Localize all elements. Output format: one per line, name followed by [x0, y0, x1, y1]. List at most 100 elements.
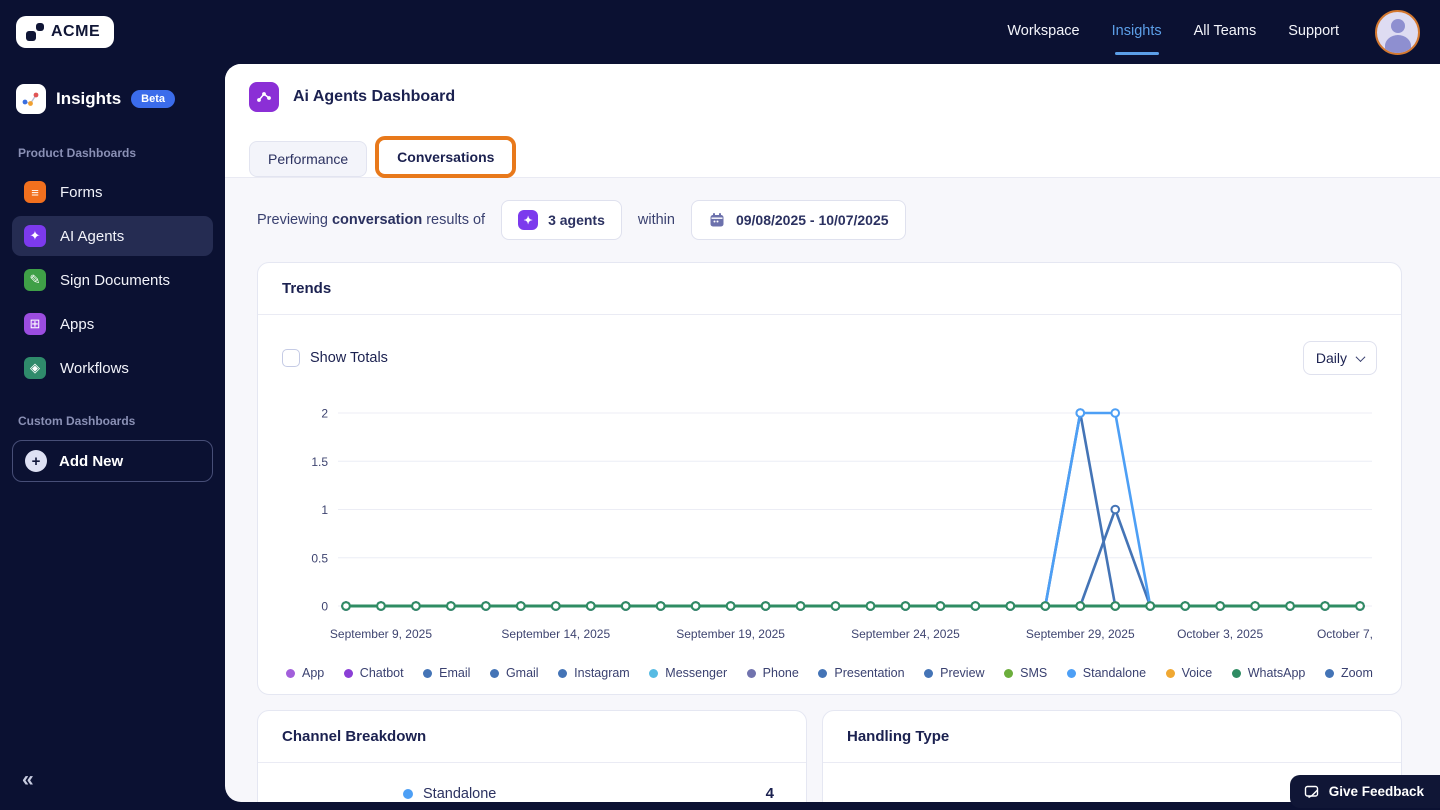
- legend-label: Zoom: [1341, 666, 1373, 680]
- sidebar-item-label: Sign Documents: [60, 272, 170, 289]
- show-totals-label: Show Totals: [310, 350, 388, 366]
- feedback-icon: [1304, 784, 1320, 800]
- user-avatar[interactable]: [1375, 10, 1420, 55]
- legend-label: WhatsApp: [1248, 666, 1306, 680]
- legend-item-chatbot[interactable]: Chatbot: [344, 666, 404, 680]
- sidebar-item-label: Workflows: [60, 360, 129, 377]
- nav-all-teams[interactable]: All Teams: [1194, 23, 1257, 41]
- legend-item-instagram[interactable]: Instagram: [558, 666, 630, 680]
- nav-workspace[interactable]: Workspace: [1007, 23, 1079, 41]
- legend-item-zoom[interactable]: Zoom: [1325, 666, 1373, 680]
- legend-dot: [1325, 669, 1334, 678]
- filter-bar: Previewing conversation results of ✦ 3 a…: [257, 200, 1402, 240]
- add-new-dashboard-button[interactable]: + Add New: [12, 440, 213, 482]
- handling-type-title: Handling Type: [823, 711, 1401, 763]
- legend-dot: [286, 669, 295, 678]
- trends-card: Trends Show Totals Daily 00.511.52Septem…: [257, 262, 1402, 695]
- svg-text:0: 0: [321, 600, 328, 614]
- topbar: ACME Workspace Insights All Teams Support: [0, 0, 1440, 64]
- top-nav-links: Workspace Insights All Teams Support: [1007, 23, 1343, 41]
- within-label: within: [638, 212, 675, 228]
- svg-text:0.5: 0.5: [311, 551, 328, 565]
- show-totals-row: Show Totals: [282, 349, 388, 367]
- legend-label: Email: [439, 666, 470, 680]
- trends-card-title: Trends: [258, 263, 1401, 315]
- beta-badge: Beta: [131, 90, 175, 108]
- agents-filter-button[interactable]: ✦ 3 agents: [501, 200, 622, 240]
- sidebar-item-label: Forms: [60, 184, 103, 201]
- sidebar-insights-home[interactable]: Insights Beta: [12, 78, 213, 120]
- legend-dot: [649, 669, 658, 678]
- apps-icon: ⊞: [24, 313, 46, 335]
- legend-item-whatsapp[interactable]: WhatsApp: [1232, 666, 1306, 680]
- acme-logo[interactable]: ACME: [16, 16, 114, 48]
- svg-text:2: 2: [321, 407, 328, 421]
- legend-label: Standalone: [1083, 666, 1146, 680]
- legend-item-phone[interactable]: Phone: [747, 666, 799, 680]
- legend-item-preview[interactable]: Preview: [924, 666, 984, 680]
- trends-chart[interactable]: 00.511.52September 9, 2025September 14, …: [282, 395, 1377, 650]
- filter-description: Previewing conversation results of: [257, 212, 485, 228]
- svg-text:October 7, 2025: October 7, 2025: [1317, 627, 1377, 641]
- legend-label: Presentation: [834, 666, 904, 680]
- nav-support[interactable]: Support: [1288, 23, 1339, 41]
- main-panel: Ai Agents Dashboard Performance Conversa…: [225, 64, 1440, 802]
- legend-item-sms[interactable]: SMS: [1004, 666, 1047, 680]
- ai-agents-icon: ✦: [24, 225, 46, 247]
- ai-agents-dashboard-icon: [249, 82, 279, 112]
- page-title: Ai Agents Dashboard: [293, 88, 455, 106]
- trends-chart-svg: 00.511.52September 9, 2025September 14, …: [282, 395, 1377, 650]
- legend-dot: [558, 669, 567, 678]
- svg-text:September 19, 2025: September 19, 2025: [676, 627, 785, 641]
- legend-label: Phone: [763, 666, 799, 680]
- legend-dot: [1166, 669, 1175, 678]
- legend-dot: [818, 669, 827, 678]
- svg-text:September 29, 2025: September 29, 2025: [1026, 627, 1135, 641]
- sidebar-item-sign-documents[interactable]: ✎Sign Documents: [12, 260, 213, 300]
- legend-item-email[interactable]: Email: [423, 666, 470, 680]
- sidebar-collapse-button[interactable]: «: [22, 768, 34, 792]
- interval-select[interactable]: Daily: [1303, 341, 1377, 375]
- legend-dot: [924, 669, 933, 678]
- show-totals-checkbox[interactable]: [282, 349, 300, 367]
- nav-insights[interactable]: Insights: [1112, 23, 1162, 41]
- breakdown-row-standalone: Standalone4: [258, 785, 806, 802]
- forms-icon: ≡: [24, 181, 46, 203]
- legend-label: SMS: [1020, 666, 1047, 680]
- sidebar-item-workflows[interactable]: ◈Workflows: [12, 348, 213, 388]
- legend-dot: [344, 669, 353, 678]
- svg-text:September 9, 2025: September 9, 2025: [330, 627, 432, 641]
- sidebar-item-forms[interactable]: ≡ Forms: [12, 172, 213, 212]
- sidebar-item-apps[interactable]: ⊞ Apps: [12, 304, 213, 344]
- legend-dot: [1232, 669, 1241, 678]
- calendar-icon: [708, 211, 726, 229]
- product-dashboards-list: ≡ Forms ✦AI Agents✎Sign Documents ⊞ Apps ◈Wor…: [12, 172, 213, 388]
- legend-label: Instagram: [574, 666, 630, 680]
- legend-dot: [1067, 669, 1076, 678]
- acme-logo-text: ACME: [51, 23, 100, 41]
- agents-sparkle-icon: ✦: [518, 210, 538, 230]
- legend-item-standalone[interactable]: Standalone: [1067, 666, 1146, 680]
- sidebar-item-label: Apps: [60, 316, 94, 333]
- legend-item-presentation[interactable]: Presentation: [818, 666, 904, 680]
- chart-legend: App Chatbot Email Gmail Instagram Messenger Ph…: [282, 666, 1377, 680]
- legend-dot: [747, 669, 756, 678]
- give-feedback-button[interactable]: Give Feedback: [1290, 775, 1440, 808]
- sidebar-item-ai-agents[interactable]: ✦AI Agents: [12, 216, 213, 256]
- acme-logo-icon: [26, 23, 44, 41]
- legend-item-app[interactable]: App: [286, 666, 324, 680]
- legend-item-gmail[interactable]: Gmail: [490, 666, 539, 680]
- date-range-button[interactable]: 09/08/2025 - 10/07/2025: [691, 200, 906, 240]
- legend-label: Preview: [940, 666, 984, 680]
- dashboard-tabs: Performance Conversations: [249, 136, 1416, 177]
- legend-dot: [423, 669, 432, 678]
- avatar-person-icon: [1391, 19, 1405, 33]
- tab-conversations[interactable]: Conversations: [379, 140, 512, 174]
- svg-text:1.5: 1.5: [311, 455, 328, 469]
- legend-item-voice[interactable]: Voice: [1166, 666, 1213, 680]
- channel-breakdown-card: Channel Breakdown Standalone4: [257, 710, 807, 802]
- tab-performance[interactable]: Performance: [249, 141, 367, 177]
- dashboard-header: Ai Agents Dashboard Performance Conversa…: [225, 64, 1440, 178]
- breakdown-label: Standalone: [423, 786, 496, 802]
- legend-item-messenger[interactable]: Messenger: [649, 666, 727, 680]
